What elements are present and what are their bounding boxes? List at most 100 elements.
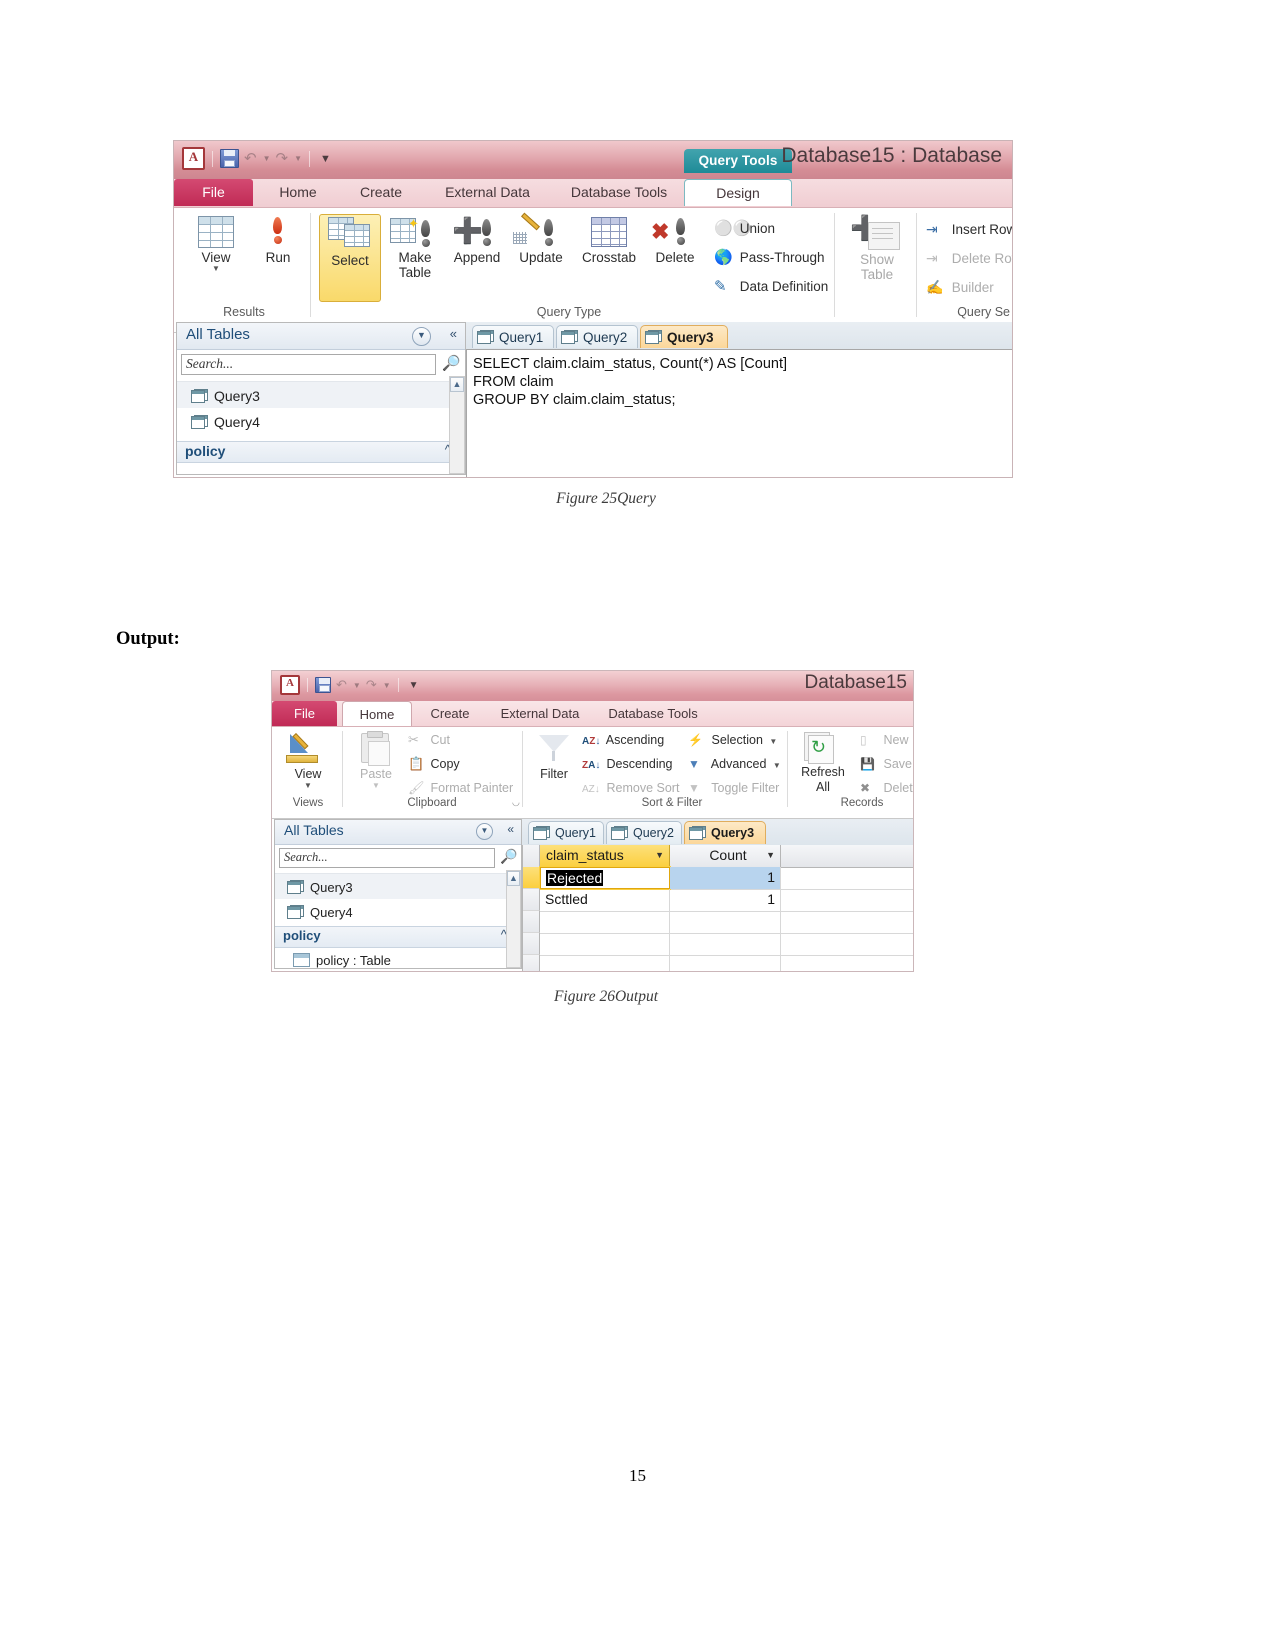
double-chevron-left-icon[interactable]: «: [507, 822, 514, 836]
cell-claim-status[interactable]: Scttled: [540, 889, 670, 911]
row-selector[interactable]: [523, 933, 540, 955]
tab-database-tools[interactable]: Database Tools: [597, 701, 709, 726]
view-dropdown-icon[interactable]: ▼: [184, 265, 248, 273]
undo-dropdown-icon[interactable]: ▼: [353, 681, 361, 690]
tab-create[interactable]: Create: [342, 179, 420, 206]
row-selector[interactable]: [523, 911, 540, 933]
sql-view-textarea[interactable]: SELECT claim.claim_status, Count(*) AS […: [466, 349, 1012, 477]
nav-pane-scrollbar[interactable]: ▲: [506, 870, 521, 968]
cell-blank[interactable]: [540, 911, 670, 933]
table-row[interactable]: Scttled 1: [523, 889, 913, 912]
ribbon-item-ascending[interactable]: AZ↓ Ascending: [582, 731, 664, 751]
row-selector[interactable]: [523, 867, 540, 889]
scroll-up-arrow-icon[interactable]: ▲: [450, 377, 464, 392]
customize-qat-icon[interactable]: ▼: [409, 680, 419, 691]
ribbon-item-descending[interactable]: ZA↓ Descending: [582, 755, 673, 775]
doc-tab-query3[interactable]: Query3: [684, 821, 766, 844]
tab-external-data[interactable]: External Data: [486, 701, 594, 726]
search-icon[interactable]: 🔍: [442, 354, 461, 372]
tab-create[interactable]: Create: [417, 701, 483, 726]
ribbon-button-show-table[interactable]: ➕ Show Table: [844, 216, 910, 282]
redo-dropdown-icon[interactable]: ▼: [383, 681, 391, 690]
select-all-corner[interactable]: [523, 845, 540, 867]
doc-tab-query1[interactable]: Query1: [528, 821, 604, 844]
view-dropdown-icon[interactable]: ▼: [280, 782, 336, 790]
access-logo-icon[interactable]: A: [280, 675, 300, 695]
table-row-blank[interactable]: [523, 933, 913, 956]
table-row[interactable]: Rejected 1: [523, 866, 913, 890]
tab-external-data[interactable]: External Data: [426, 179, 549, 206]
tab-home[interactable]: Home: [262, 179, 334, 206]
ribbon-button-refresh-all[interactable]: ↻ Refresh All: [792, 732, 854, 795]
table-row-blank[interactable]: [523, 955, 913, 971]
doc-tab-query2[interactable]: Query2: [606, 821, 682, 844]
quick-access-toolbar[interactable]: A ↶ ▼ ↷ ▼ ▼: [280, 675, 419, 695]
cell-blank[interactable]: [540, 955, 670, 971]
column-header-count[interactable]: Count ▼: [670, 845, 781, 867]
cell-count[interactable]: 1: [670, 867, 781, 889]
ribbon-button-view[interactable]: View ▼: [280, 732, 336, 790]
chevron-down-icon[interactable]: ▼: [766, 845, 775, 866]
search-icon[interactable]: 🔍: [500, 848, 517, 865]
nav-item-query4[interactable]: Query4: [177, 408, 465, 435]
tab-database-tools[interactable]: Database Tools: [554, 179, 684, 206]
redo-dropdown-icon[interactable]: ▼: [294, 154, 302, 163]
search-input[interactable]: Search...: [181, 354, 436, 375]
column-header-claim-status[interactable]: claim_status ▼: [540, 845, 670, 867]
ribbon-button-select[interactable]: Select: [319, 214, 381, 302]
chevron-down-icon[interactable]: ▼: [655, 845, 664, 866]
ribbon-button-delete[interactable]: ✖ Delete: [646, 216, 704, 265]
cell-blank[interactable]: [670, 933, 781, 955]
advanced-dropdown-icon[interactable]: ▼: [773, 761, 781, 770]
ribbon-item-data-definition[interactable]: ✎ Data Definition: [714, 278, 828, 296]
cell-count[interactable]: 1: [670, 889, 781, 911]
ribbon-item-insert-rows[interactable]: ⇥ Insert Rows: [926, 220, 1012, 239]
save-icon[interactable]: [315, 677, 331, 693]
redo-icon[interactable]: ↷: [366, 678, 377, 692]
selection-dropdown-icon[interactable]: ▼: [769, 737, 777, 746]
ribbon-item-selection[interactable]: ⚡ Selection ▼: [688, 731, 777, 751]
nav-group-policy[interactable]: policy ^^: [177, 441, 465, 463]
ribbon-button-make-table[interactable]: ✦ Make Table: [386, 216, 444, 280]
nav-pane-scrollbar[interactable]: ▲: [449, 376, 465, 474]
chevron-down-circle-icon[interactable]: ▼: [412, 327, 431, 346]
cell-claim-status[interactable]: Rejected: [539, 866, 671, 890]
ribbon-button-view[interactable]: View ▼: [184, 216, 248, 273]
cell-blank[interactable]: [540, 933, 670, 955]
tab-file[interactable]: File: [174, 179, 253, 206]
ribbon-button-run[interactable]: Run: [252, 216, 304, 265]
undo-icon[interactable]: ↶: [336, 678, 347, 692]
nav-item-query3[interactable]: Query3: [177, 381, 465, 409]
undo-dropdown-icon[interactable]: ▼: [263, 154, 271, 163]
double-chevron-left-icon[interactable]: «: [450, 326, 457, 341]
search-input[interactable]: Search...: [279, 848, 495, 868]
table-row-blank[interactable]: [523, 911, 913, 934]
customize-qat-icon[interactable]: ▼: [320, 153, 331, 165]
ribbon-button-crosstab[interactable]: Crosstab: [572, 216, 646, 265]
nav-item-query3[interactable]: Query3: [275, 873, 521, 900]
access-logo-icon[interactable]: A: [182, 147, 205, 170]
cell-blank[interactable]: [670, 911, 781, 933]
redo-icon[interactable]: ↷: [276, 151, 289, 166]
ribbon-button-filter[interactable]: Filter: [528, 732, 580, 782]
dialog-launcher-icon[interactable]: ◡: [512, 797, 520, 808]
ribbon-item-union[interactable]: ⚪⚪ Union: [714, 220, 775, 238]
ribbon-item-pass-through[interactable]: 🌎 Pass-Through: [714, 249, 825, 267]
tab-file[interactable]: File: [272, 701, 337, 726]
scroll-up-arrow-icon[interactable]: ▲: [507, 871, 520, 886]
undo-icon[interactable]: ↶: [244, 151, 257, 166]
chevron-down-circle-icon[interactable]: ▼: [476, 823, 493, 840]
ribbon-button-paste[interactable]: Paste ▼: [350, 731, 402, 790]
ribbon-button-update[interactable]: Update: [510, 212, 572, 265]
paste-dropdown-icon[interactable]: ▼: [350, 782, 402, 790]
doc-tab-query1[interactable]: Query1: [472, 325, 554, 348]
ribbon-button-append[interactable]: ➕ Append: [446, 216, 508, 266]
ribbon-item-copy[interactable]: 📋 Copy: [408, 755, 460, 773]
doc-tab-query2[interactable]: Query2: [556, 325, 638, 348]
row-selector[interactable]: [523, 955, 540, 971]
ribbon-item-advanced[interactable]: ▼ Advanced ▼: [688, 755, 781, 775]
tab-home[interactable]: Home: [342, 701, 412, 726]
cell-blank[interactable]: [670, 955, 781, 971]
save-icon[interactable]: [220, 149, 239, 168]
nav-item-policy-table[interactable]: policy : Table: [275, 948, 521, 968]
